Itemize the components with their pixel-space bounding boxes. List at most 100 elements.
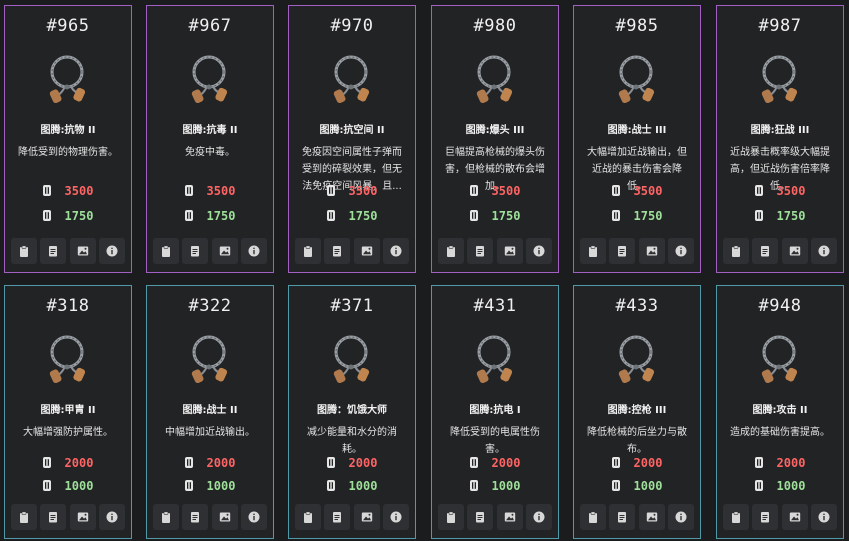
price-secondary: 1750 [147,209,273,223]
price-primary: 3500 [147,184,273,198]
currency-icon [754,480,763,491]
clipboard-button[interactable] [438,504,464,530]
price-primary-value: 3500 [633,184,663,198]
image-icon [219,245,231,257]
card-actions [580,504,694,530]
clipboard-button[interactable] [153,504,179,530]
price-secondary: 1000 [717,479,843,493]
item-id: #970 [330,16,374,36]
clipboard-button[interactable] [153,238,179,264]
clipboard-icon [445,511,457,523]
document-button[interactable] [40,504,67,530]
document-icon [474,511,486,523]
item-name: 图腾:抗毒 II [182,125,238,136]
currency-icon [42,210,51,221]
image-button[interactable] [496,238,523,264]
image-button[interactable] [496,504,523,530]
document-button[interactable] [752,238,779,264]
image-button[interactable] [638,504,665,530]
price-secondary: 1000 [574,479,700,493]
image-button[interactable] [638,238,665,264]
image-icon [789,245,801,257]
currency-icon [184,480,193,491]
item-card: #985 图腾:战士 III 大幅增加近战输出，但近战的暴击伤害会降低。 350… [573,5,701,273]
info-icon [533,511,545,523]
document-button[interactable] [40,238,67,264]
info-button[interactable] [240,504,267,530]
image-button[interactable] [69,238,96,264]
document-button[interactable] [324,504,351,530]
image-button[interactable] [69,504,96,530]
document-button[interactable] [182,238,209,264]
image-button[interactable] [781,504,808,530]
currency-icon [42,457,51,468]
currency-icon [469,457,478,468]
clipboard-button[interactable] [295,504,321,530]
clipboard-button[interactable] [11,504,37,530]
document-button[interactable] [324,238,351,264]
item-card: #970 图腾:抗空间 II 免疫因空间属性子弹而受到的碎裂效果，但无法免疫空间… [288,5,416,273]
info-icon [675,245,687,257]
item-card: #433 图腾:控枪 III 降低枪械的后坐力与散布。 2000 1000 [573,285,701,539]
info-button[interactable] [525,238,552,264]
price-primary-value: 3500 [776,184,806,198]
image-button[interactable] [781,238,808,264]
item-id: #987 [758,16,802,36]
info-button[interactable] [98,504,125,530]
document-icon [189,245,201,257]
image-icon [646,245,658,257]
item-id: #431 [473,296,517,316]
totem-charm-image [331,50,375,104]
document-button[interactable] [609,504,636,530]
clipboard-button[interactable] [295,238,321,264]
document-button[interactable] [752,504,779,530]
info-button[interactable] [382,238,409,264]
item-card: #980 图腾:爆头 III 巨幅提高枪械的爆头伤害，但枪械的散布会增加。 35… [431,5,559,273]
clipboard-button[interactable] [723,238,749,264]
currency-icon [326,457,335,468]
info-button[interactable] [667,504,694,530]
price-primary: 3500 [432,184,558,198]
price-primary-value: 2000 [491,456,521,470]
document-button[interactable] [467,238,494,264]
item-card: #965 图腾:抗物 II 降低受到的物理伤害。 3500 1750 [4,5,132,273]
totem-charm-image [189,50,233,104]
currency-icon [326,185,335,196]
clipboard-button[interactable] [723,504,749,530]
clipboard-button[interactable] [438,238,464,264]
image-icon [504,245,516,257]
info-button[interactable] [667,238,694,264]
clipboard-button[interactable] [580,504,606,530]
item-id: #433 [615,296,659,316]
image-button[interactable] [353,504,380,530]
image-button[interactable] [211,504,238,530]
price-primary-value: 2000 [64,456,94,470]
info-button[interactable] [810,238,837,264]
price-secondary: 1000 [432,479,558,493]
totem-charm-image [474,330,518,384]
document-button[interactable] [467,504,494,530]
clipboard-button[interactable] [11,238,37,264]
image-button[interactable] [353,238,380,264]
item-name: 图腾:战士 III [607,125,667,136]
info-button[interactable] [240,238,267,264]
image-button[interactable] [211,238,238,264]
item-name: 图腾:甲胄 II [40,405,96,416]
document-button[interactable] [609,238,636,264]
totem-charm-image [189,330,233,384]
card-actions [153,238,267,264]
price-secondary: 1000 [289,479,415,493]
image-icon [361,245,373,257]
item-name: 图腾:抗电 I [469,405,521,416]
price-secondary-value: 1750 [64,209,94,223]
info-button[interactable] [382,504,409,530]
clipboard-button[interactable] [580,238,606,264]
currency-icon [184,185,193,196]
price-primary-value: 3500 [64,184,94,198]
info-button[interactable] [525,504,552,530]
info-button[interactable] [810,504,837,530]
currency-icon [754,185,763,196]
info-button[interactable] [98,238,125,264]
card-actions [11,504,125,530]
document-button[interactable] [182,504,209,530]
